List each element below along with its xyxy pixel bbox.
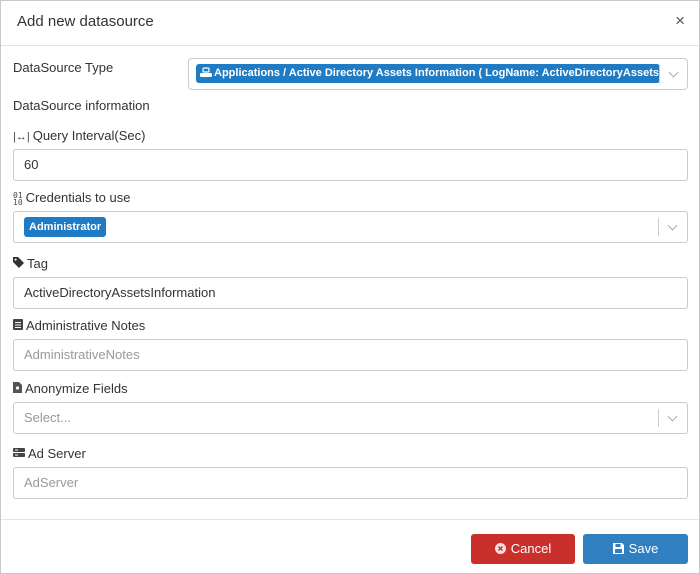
- dialog-header: Add new datasource ×: [1, 1, 699, 46]
- anonymize-file-icon: [13, 381, 22, 399]
- datasource-information-heading: DataSource information: [13, 98, 150, 113]
- datasource-type-row: DataSource Type Applications / Active Di…: [13, 58, 688, 90]
- admin-notes-input[interactable]: AdministrativeNotes: [13, 339, 688, 371]
- binary-lock-icon: 01 10: [13, 190, 23, 207]
- anonymize-fields-label: Anonymize Fields: [25, 381, 128, 396]
- ad-server-field: Ad Server AdServer: [13, 445, 688, 499]
- admin-notes-placeholder: AdministrativeNotes: [24, 347, 140, 362]
- anonymize-placeholder: Select...: [24, 410, 71, 425]
- dialog-title: Add new datasource: [17, 13, 154, 30]
- tag-field: Tag ActiveDirectoryAssetsInformation: [13, 255, 688, 309]
- query-interval-label: Query Interval(Sec): [32, 128, 146, 143]
- ad-server-input[interactable]: AdServer: [13, 467, 688, 499]
- save-button[interactable]: Save: [583, 534, 688, 564]
- datasource-type-label: DataSource Type: [13, 60, 114, 75]
- horizontal-resize-icon: |↔|: [13, 130, 30, 143]
- query-interval-input[interactable]: 60: [13, 149, 688, 181]
- save-label: Save: [628, 541, 659, 556]
- cancel-label: Cancel: [510, 541, 552, 556]
- admin-notes-label: Administrative Notes: [26, 318, 146, 333]
- anonymize-fields-field: Anonymize Fields Select...: [13, 380, 688, 434]
- anonymize-fields-select[interactable]: Select...: [13, 402, 688, 434]
- server-icon: [13, 446, 25, 464]
- tag-label: Tag: [27, 256, 48, 271]
- credential-chip[interactable]: Administrator: [24, 217, 107, 237]
- credentials-field: 01 10 Credentials to use Administrator: [13, 189, 688, 243]
- cancel-button[interactable]: Cancel: [471, 534, 575, 564]
- select-separator: [659, 65, 660, 83]
- chevron-down-icon[interactable]: [667, 411, 678, 422]
- credentials-select[interactable]: Administrator: [13, 211, 688, 243]
- cancel-circle-icon: [494, 535, 506, 565]
- add-datasource-dialog: Add new datasource × DataSource Type App…: [0, 0, 700, 574]
- select-separator: [658, 409, 659, 427]
- query-interval-field: |↔| Query Interval(Sec) 60: [13, 127, 688, 181]
- application-icon: [200, 67, 212, 77]
- notes-icon: [13, 318, 23, 336]
- chevron-down-icon[interactable]: [668, 67, 679, 78]
- select-separator: [658, 218, 659, 236]
- dialog-footer: Cancel Save: [1, 519, 699, 574]
- chevron-down-icon[interactable]: [667, 220, 678, 231]
- tag-input[interactable]: ActiveDirectoryAssetsInformation: [13, 277, 688, 309]
- floppy-disk-icon: [612, 535, 624, 565]
- close-icon[interactable]: ×: [675, 12, 685, 30]
- credentials-label: Credentials to use: [25, 190, 131, 205]
- datasource-type-select[interactable]: Applications / Active Directory Assets I…: [188, 58, 688, 90]
- tag-icon: [13, 256, 24, 274]
- datasource-type-chip: Applications / Active Directory Assets I…: [196, 64, 660, 83]
- ad-server-label: Ad Server: [28, 446, 86, 461]
- query-interval-value: 60: [24, 157, 39, 172]
- admin-notes-field: Administrative Notes AdministrativeNotes: [13, 317, 688, 371]
- ad-server-placeholder: AdServer: [24, 475, 79, 490]
- tag-value: ActiveDirectoryAssetsInformation: [24, 285, 216, 300]
- datasource-type-value: Applications / Active Directory Assets I…: [214, 67, 660, 79]
